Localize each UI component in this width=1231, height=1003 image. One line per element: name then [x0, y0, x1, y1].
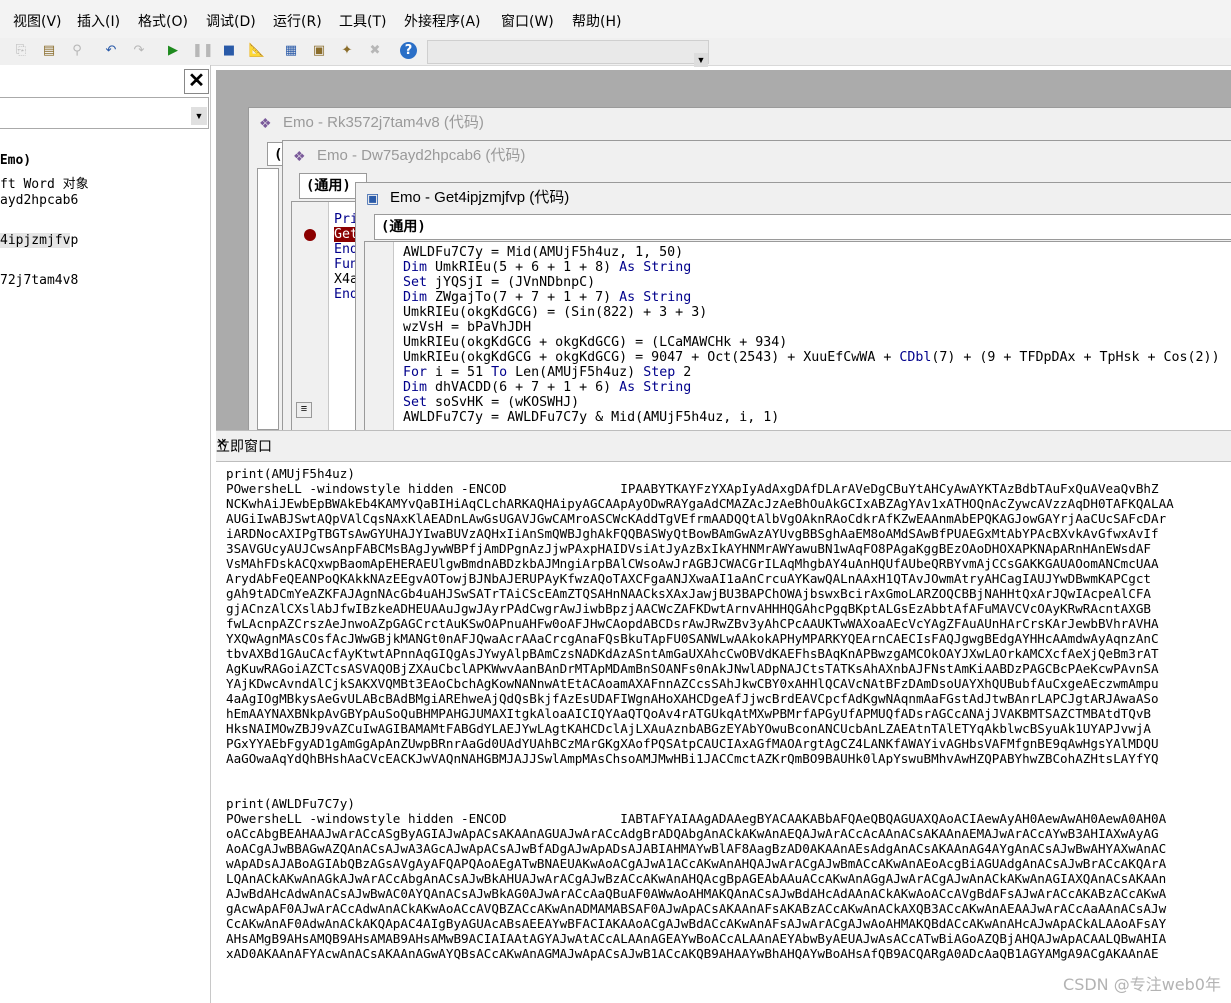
object-browser-icon[interactable]: ✦ — [338, 42, 356, 60]
find-icon[interactable]: ⚲ — [68, 42, 86, 60]
immediate-line: print(AWLDFu7C7y) — [226, 796, 355, 811]
immediate-line: hEmAAYNAXBNkpAvGBYpAuSoQuBHMPAHGJUMAXItg… — [226, 706, 1152, 721]
immediate-line: AoACgAJwBBAGwAZQAnACsAJwA3AGcAJwApACsAJw… — [226, 841, 1167, 856]
procedure-view-icon[interactable]: ≡ — [296, 402, 312, 418]
immediate-line: gAh9tADCmYeAZKFAJAgnNAcGb4uAHJSwSATrTAiC… — [226, 586, 1152, 601]
immediate-line: YXQwAgnMAsCOsfAcJWwGBjkMANGt0nAFJQwaAcrA… — [226, 631, 1159, 646]
immediate-line: ArydAbFeQEANPoQKAkkNAzEEgvAOTowjBJNbAJER… — [226, 571, 1152, 586]
close-icon[interactable]: ✕ — [184, 69, 209, 94]
immediate-line: AaGOwaAqYdQhBHshAaCVcEACKJwVAQnNAHGBMJAJ… — [226, 751, 1159, 766]
code-line: AWLDFu7C7y = Mid(AMUjF5h4uz, 1, 50) — [403, 245, 684, 260]
toolbar-position-box: ▼ — [427, 40, 709, 67]
tree-item-module[interactable]: ayd2hpcab6 — [0, 193, 78, 208]
immediate-line: AgKuwRAGoiAZCTcsASVAQOBjZXAuCbclAPKWwvAa… — [226, 661, 1159, 676]
code-line: UmkRIEu(okgKdGCG) = (Sin(822) + 3 + 3) — [403, 305, 708, 320]
immediate-line: AJwBdAHcAdwAnACsAJwBwAC0AYQAnACsAJwBkAG0… — [226, 886, 1167, 901]
menu-run[interactable]: 运行(R) — [273, 11, 322, 31]
immediate-line: 3SAVGUcyAUJCwsAnpFABCMsBAgJywWBPfjAmDPgn… — [226, 541, 1152, 556]
immediate-line: xAD0AKAAnAFYAcwAnACsAKAAnAGwAYQBsACcAKwA… — [226, 946, 1159, 961]
tree-item-module[interactable]: 72j7tam4v8 — [0, 273, 78, 288]
breakpoint-icon[interactable] — [304, 229, 316, 241]
breakpoint-margin[interactable] — [365, 242, 394, 432]
immediate-line: AUGiIwABJSwtAQpVAlCqsNAxKlAEADnLAwGsUGAV… — [226, 511, 1167, 526]
toolbox-icon[interactable]: ✖ — [366, 42, 384, 60]
project-explorer-icon[interactable]: ▦ — [282, 42, 300, 60]
menu-insert[interactable]: 插入(I) — [77, 11, 120, 31]
code-line: UmkRIEu(okgKdGCG + okgKdGCG) = (LCaMAWCH… — [403, 335, 788, 350]
immediate-line — [226, 781, 1231, 796]
reset-icon[interactable]: ■ — [220, 42, 238, 60]
menu-addins[interactable]: 外接程序(A) — [404, 11, 481, 31]
watermark: CSDN @专注web0年 — [1063, 975, 1221, 994]
immediate-line: CcAKwAnAF0AdwAnACkAKQApAC4AIgByAGUAcABsA… — [226, 916, 1167, 931]
window-title: Emo - Dw75ayd2hpcab6 (代码) — [317, 147, 526, 164]
immediate-line: PGxYYAEbFgyAD1gAmGgApAnZUwpBRnrAaGd0UAdY… — [226, 736, 1159, 751]
code-line: Dim UmkRIEu(5 + 6 + 1 + 8) As String — [403, 260, 692, 275]
design-mode-icon[interactable]: 📐 — [248, 42, 266, 60]
redo-icon[interactable]: ↷ — [130, 42, 148, 60]
code-line: AWLDFu7C7y = AWLDFu7C7y & Mid(AMUjF5h4uz… — [403, 410, 780, 425]
menu-bar: 视图(V) 插入(I) 格式(O) 调试(D) 运行(R) 工具(T) 外接程序… — [0, 0, 1231, 38]
code-line: UmkRIEu(okgKdGCG + okgKdGCG) = 9047 + Oc… — [403, 350, 1220, 365]
toolbar: ⎘ ▤ ⚲ ↶ ↷ ▶ ❚❚ ■ 📐 ▦ ▣ ✦ ✖ ? ▼ — [0, 38, 1231, 67]
immediate-line: fwLAcnpAZCrszAeJnwoAZpGAGCrctAuKSwOAPnuA… — [226, 616, 1159, 631]
immediate-window-titlebar: 立即窗口 ✕ — [216, 430, 1231, 462]
code-line: Dim ZWgajTo(7 + 7 + 1 + 7) As String — [403, 290, 692, 305]
code-line: wzVsH = bPaVhJDH — [403, 320, 532, 335]
immediate-line: NCKwhAiJEwbEpBWAkEb4KAMYvQaBIHiAqCLchARK… — [226, 496, 1174, 511]
mdi-workspace: ❖ Emo - Rk3572j7tam4v8 (代码) ( ❖ Emo - Dw… — [216, 70, 1231, 433]
paste-icon[interactable]: ▤ — [40, 42, 58, 60]
code-pane[interactable] — [257, 168, 279, 430]
object-combo[interactable]: (通用) — [374, 214, 1231, 240]
immediate-line: gAcwApAF0AJwArACcAdwAnACkAKwAoACcAVQBZAC… — [226, 901, 1167, 916]
immediate-line: print(AMUjF5h4uz) — [226, 466, 355, 481]
run-icon[interactable]: ▶ — [164, 42, 182, 60]
immediate-line: wApADsAJABoAGIAbQBzAGsAVgAyAFQAPQAoAEgAT… — [226, 856, 1167, 871]
immediate-line: gjACnzAlCXslAbJfwIBzkeADHEUAAuJgwJAyrPAd… — [226, 601, 1152, 616]
help-icon[interactable]: ? — [400, 42, 417, 59]
immediate-line: LQAnACkAKwAnAGkAJwArACcAbgAnACsAJwBkAHUA… — [226, 871, 1167, 886]
immediate-line: VsMAhFDskACQxwpBaomApEHERAEUlgwBmdnABDzk… — [226, 556, 1159, 571]
window-title: Emo - Get4ipjzmjfvp (代码) — [390, 189, 570, 206]
project-explorer-panel: ✕ ▼ (Emo) ft Word 对象 ayd2hpcab6 4ipjzmjf… — [0, 65, 211, 1003]
code-line: For i = 51 To Len(AMUjF5h4uz) Step 2 — [403, 365, 692, 380]
menu-debug[interactable]: 调试(D) — [206, 11, 256, 31]
break-icon[interactable]: ❚❚ — [192, 42, 214, 60]
menu-help[interactable]: 帮助(H) — [572, 11, 621, 31]
immediate-line: POwersheLL -windowstyle hidden -ENCOD IP… — [226, 481, 1159, 496]
close-icon[interactable]: ✕ — [216, 436, 1231, 452]
immediate-line: YAjKDwcAvndAlCjkSAKXVQMBt3EAoCbchAgKowNA… — [226, 676, 1159, 691]
project-combo[interactable]: ▼ — [0, 97, 209, 129]
menu-format[interactable]: 格式(O) — [138, 11, 188, 31]
code-window-get4[interactable]: ▣ Emo - Get4ipjzmjfvp (代码) (通用) AWLDFu7C… — [355, 182, 1231, 433]
immediate-line: POwersheLL -windowstyle hidden -ENCOD IA… — [226, 811, 1167, 826]
tree-item-project[interactable]: (Emo) — [0, 153, 31, 168]
tree-item-module-selected[interactable]: 4ipjzmjfvp — [0, 233, 78, 248]
immediate-line: iARDNocAXIPgTBGTsAwGYUHAJYIwaBUVzAQHxIiA… — [226, 526, 1159, 541]
immediate-line: oACcAbgBEAHAAJwArACcASgByAGIAJwApACsAKAA… — [226, 826, 1159, 841]
code-pane[interactable]: AWLDFu7C7y = Mid(AMUjF5h4uz, 1, 50) Dim U… — [364, 241, 1231, 433]
tree-item-word-objects[interactable]: ft Word 对象 — [0, 173, 89, 192]
immediate-line: HksNAIMOwZBJ9vAZCuIwAGIBAMAMtFABGdYLAEJY… — [226, 721, 1152, 736]
properties-icon[interactable]: ▣ — [310, 42, 328, 60]
immediate-line: 4aAgIOgMBkysAeGvULABcBAdBMgiAREhweAjQdQs… — [226, 691, 1159, 706]
immediate-line — [226, 766, 1231, 781]
window-title: Emo - Rk3572j7tam4v8 (代码) — [283, 114, 484, 131]
code-line: Set soSvHK = (wKOSWHJ) — [403, 395, 580, 410]
immediate-line: tbvAXBd1GAuCAcfAyKtwtAPnnAqGIQgAsJYwyAlp… — [226, 646, 1159, 661]
menu-view[interactable]: 视图(V) — [13, 11, 62, 31]
immediate-output[interactable]: print(AMUjF5h4uz) POwersheLL -windowstyle… — [226, 466, 1231, 1003]
immediate-window[interactable]: 立即窗口 ✕ print(AMUjF5h4uz) POwersheLL -wind… — [216, 430, 1231, 1003]
menu-tools[interactable]: 工具(T) — [339, 11, 386, 31]
copy-icon[interactable]: ⎘ — [12, 42, 30, 60]
immediate-line: AHsAMgB9AHsAMQB9AHsAMAB9AHsAMwB9ACIAIAAt… — [226, 931, 1167, 946]
chevron-down-icon[interactable]: ▼ — [694, 53, 708, 67]
menu-window[interactable]: 窗口(W) — [501, 11, 554, 31]
code-line: Set jYQSjI = (JVnNDbnpC) — [403, 275, 596, 290]
undo-icon[interactable]: ↶ — [102, 42, 120, 60]
chevron-down-icon[interactable]: ▼ — [191, 107, 207, 125]
code-line: Dim dhVACDD(6 + 7 + 1 + 6) As String — [403, 380, 692, 395]
